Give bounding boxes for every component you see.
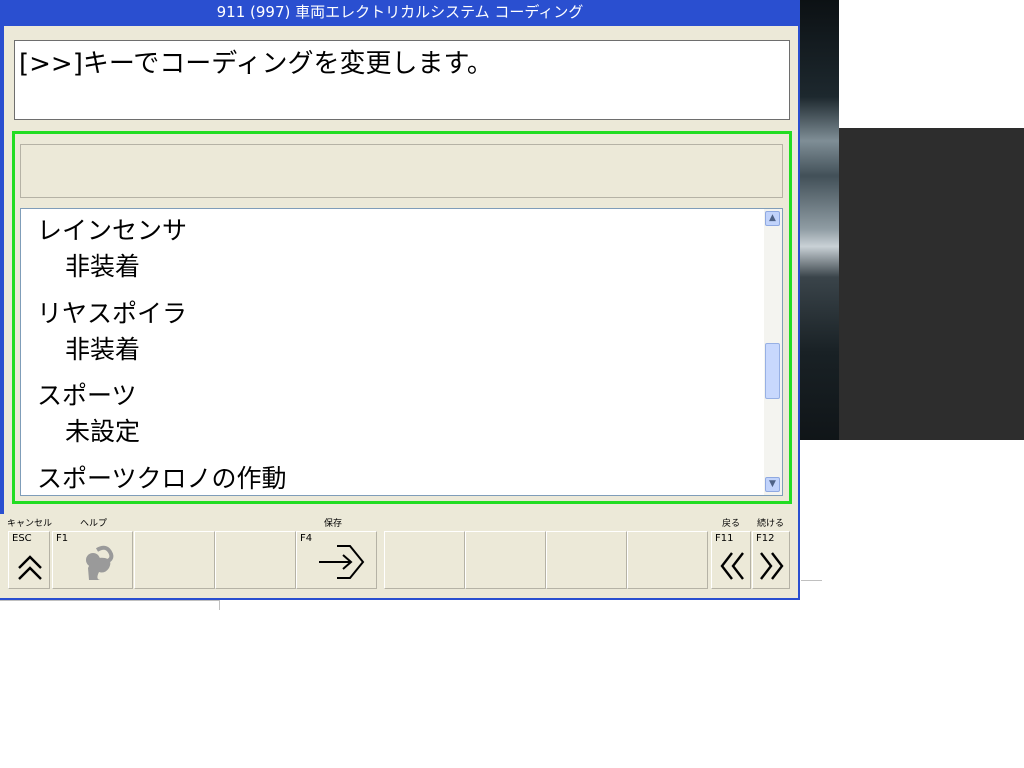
save-arrow-icon bbox=[319, 545, 365, 579]
key-name: F4 bbox=[300, 533, 313, 544]
f5-key-empty bbox=[384, 531, 465, 589]
list-item[interactable]: レインセンサ 非装着 bbox=[37, 211, 187, 283]
f12-caption: 続ける bbox=[757, 519, 785, 529]
f4-caption: 保存 bbox=[324, 519, 343, 529]
f7-key-empty bbox=[546, 531, 627, 589]
coding-list[interactable]: レインセンサ 非装着 リヤスポイラ 非装着 スポーツ 未設定 スポーツクロノの作… bbox=[20, 208, 783, 496]
key-name: ESC bbox=[12, 533, 32, 544]
list-item[interactable]: スポーツクロノの作動 bbox=[37, 459, 287, 495]
divider-line bbox=[801, 580, 822, 581]
window-title: 911 (997) 車両エレクトリカルシステム コーディング bbox=[216, 3, 584, 21]
save-button[interactable]: F4 bbox=[296, 531, 377, 589]
f6-key-empty bbox=[465, 531, 546, 589]
item-name: スポーツクロノの作動 bbox=[37, 464, 287, 493]
f3-key-empty bbox=[215, 531, 296, 589]
panel-header bbox=[20, 144, 783, 198]
double-chevron-left-icon bbox=[720, 552, 744, 580]
list-item[interactable]: スポーツ 未設定 bbox=[37, 376, 140, 448]
cancel-button[interactable]: ESC bbox=[8, 531, 50, 589]
item-value: 非装着 bbox=[65, 252, 141, 281]
item-value: 未設定 bbox=[65, 417, 141, 446]
double-chevron-right-icon bbox=[760, 552, 784, 580]
list-item[interactable]: リヤスポイラ 非装着 bbox=[37, 294, 187, 366]
desktop-dark-area bbox=[839, 128, 1024, 440]
help-button[interactable]: F1 bbox=[52, 531, 133, 589]
esc-caption: キャンセル bbox=[7, 519, 53, 529]
item-name: リヤスポイラ bbox=[37, 299, 188, 328]
title-bar[interactable]: 911 (997) 車両エレクトリカルシステム コーディング bbox=[0, 0, 800, 26]
list-scrollbar[interactable]: ▲ ▼ bbox=[764, 209, 782, 495]
item-value: 非装着 bbox=[65, 335, 141, 364]
scroll-up-button[interactable]: ▲ bbox=[765, 211, 780, 226]
f8-key-empty bbox=[627, 531, 708, 589]
f2-key-empty bbox=[134, 531, 215, 589]
f11-caption: 戻る bbox=[722, 519, 741, 529]
scroll-down-button[interactable]: ▼ bbox=[765, 477, 780, 492]
item-name: レインセンサ bbox=[37, 216, 188, 245]
help-figure-icon bbox=[86, 545, 114, 580]
double-chevron-up-icon bbox=[18, 555, 42, 580]
key-name: F11 bbox=[715, 533, 734, 544]
message-box: [>>]キーでコーディングを変更します。 bbox=[14, 40, 790, 120]
divider-line bbox=[0, 600, 220, 601]
continue-button[interactable]: F12 bbox=[752, 531, 790, 589]
desktop-background bbox=[800, 0, 839, 440]
scroll-thumb[interactable] bbox=[765, 343, 780, 399]
key-name: F12 bbox=[756, 533, 775, 544]
item-name: スポーツ bbox=[37, 381, 137, 410]
instruction-text: [>>]キーでコーディングを変更します。 bbox=[19, 49, 493, 79]
key-name: F1 bbox=[56, 533, 69, 544]
divider-line bbox=[219, 600, 220, 610]
f1-caption: ヘルプ bbox=[80, 519, 108, 529]
back-button[interactable]: F11 bbox=[711, 531, 751, 589]
